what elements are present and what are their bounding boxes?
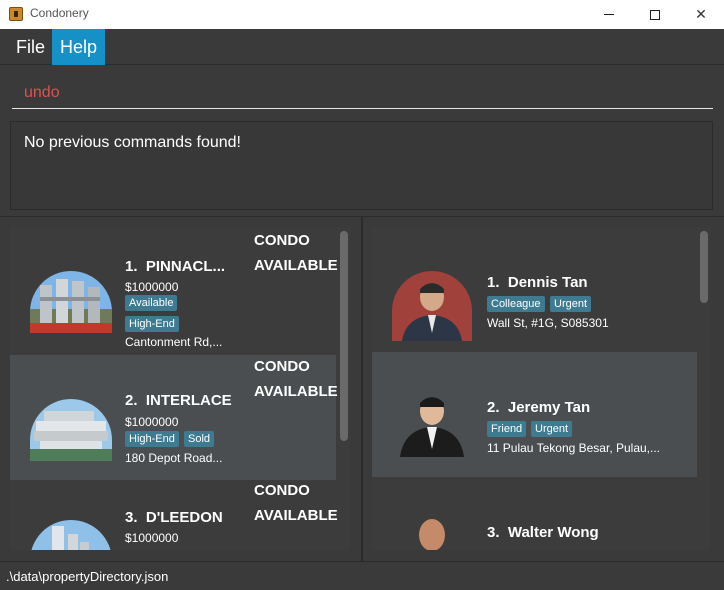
property-status: AVAILABLE <box>254 257 338 274</box>
client-card[interactable]: 2. Jeremy Tan Friend Urgent 11 Pulau Tek… <box>372 352 697 477</box>
data-file-path: .\data\propertyDirectory.json <box>6 569 169 584</box>
property-name: 1. PINNACL... <box>125 258 226 275</box>
result-message: No previous commands found! <box>24 134 241 151</box>
minimize-button[interactable] <box>586 0 632 29</box>
app-icon <box>9 7 23 21</box>
panel-divider[interactable] <box>361 217 363 562</box>
minimize-icon <box>604 14 614 15</box>
client-list-scrollbar[interactable] <box>698 227 710 550</box>
command-input[interactable] <box>12 77 713 109</box>
property-image <box>30 399 112 461</box>
list-panels: 1. PINNACL... $1000000 Available High-En… <box>0 216 724 562</box>
property-type: CONDO <box>254 482 310 499</box>
property-tag: Sold <box>184 431 215 447</box>
property-list[interactable]: 1. PINNACL... $1000000 Available High-En… <box>10 227 350 550</box>
client-card[interactable]: 3. Walter Wong <box>372 477 697 550</box>
client-avatar <box>392 387 472 457</box>
client-address: 11 Pulau Tekong Besar, Pulau,... <box>487 441 661 455</box>
client-name: 1. Dennis Tan <box>487 274 588 291</box>
client-name: 3. Walter Wong <box>487 524 599 541</box>
client-tag: Urgent <box>550 296 592 312</box>
result-display: No previous commands found! <box>10 121 713 210</box>
maximize-button[interactable] <box>632 0 678 29</box>
client-tag: Friend <box>487 421 527 437</box>
status-bar: .\data\propertyDirectory.json <box>0 561 724 590</box>
close-button[interactable]: ✕ <box>678 0 724 29</box>
menu-file[interactable]: File <box>8 29 53 65</box>
title-bar[interactable]: Condonery ✕ <box>0 0 724 29</box>
client-tag: Urgent <box>531 421 573 437</box>
client-address: Wall St, #1G, S085301 <box>487 316 609 330</box>
command-area <box>0 65 724 117</box>
property-type: CONDO <box>254 232 310 249</box>
property-type: CONDO <box>254 358 310 375</box>
property-image <box>30 271 112 333</box>
property-image <box>30 520 112 550</box>
property-price: $1000000 <box>125 280 179 294</box>
property-address: 180 Depot Road... <box>125 451 223 465</box>
client-tag: Colleague <box>487 296 545 312</box>
client-avatar <box>392 513 472 550</box>
property-status: AVAILABLE <box>254 383 338 400</box>
property-card[interactable]: 2. INTERLACE $1000000 High-End Sold 180 … <box>10 355 338 480</box>
property-tag: High-End <box>125 431 179 447</box>
client-list-scroll-thumb[interactable] <box>700 231 708 303</box>
property-list-scroll-thumb[interactable] <box>340 231 348 441</box>
property-card[interactable]: 3. D'LEEDON $1000000 CONDO AVAILABLE <box>10 480 338 550</box>
maximize-icon <box>650 9 660 20</box>
client-card[interactable]: 1. Dennis Tan Colleague Urgent Wall St, … <box>372 227 697 352</box>
property-name: 2. INTERLACE <box>125 392 232 409</box>
property-name: 3. D'LEEDON <box>125 509 223 526</box>
property-list-scrollbar[interactable] <box>338 227 350 550</box>
property-tag: Available <box>125 295 178 311</box>
property-tag: High-End <box>125 316 179 332</box>
close-icon: ✕ <box>695 6 707 23</box>
client-name: 2. Jeremy Tan <box>487 399 591 416</box>
client-avatar <box>392 271 472 341</box>
window-title: Condonery <box>30 6 89 20</box>
menu-bar: File Help <box>0 29 724 65</box>
property-price: $1000000 <box>125 415 179 429</box>
menu-help[interactable]: Help <box>52 29 106 65</box>
app-window: Condonery ✕ File Help No previous comman… <box>0 0 724 590</box>
property-card[interactable]: 1. PINNACL... $1000000 Available High-En… <box>10 227 338 352</box>
property-price: $1000000 <box>125 531 179 545</box>
property-address: Cantonment Rd,... <box>125 335 223 349</box>
property-status: AVAILABLE <box>254 507 338 524</box>
client-list[interactable]: 1. Dennis Tan Colleague Urgent Wall St, … <box>372 227 710 550</box>
